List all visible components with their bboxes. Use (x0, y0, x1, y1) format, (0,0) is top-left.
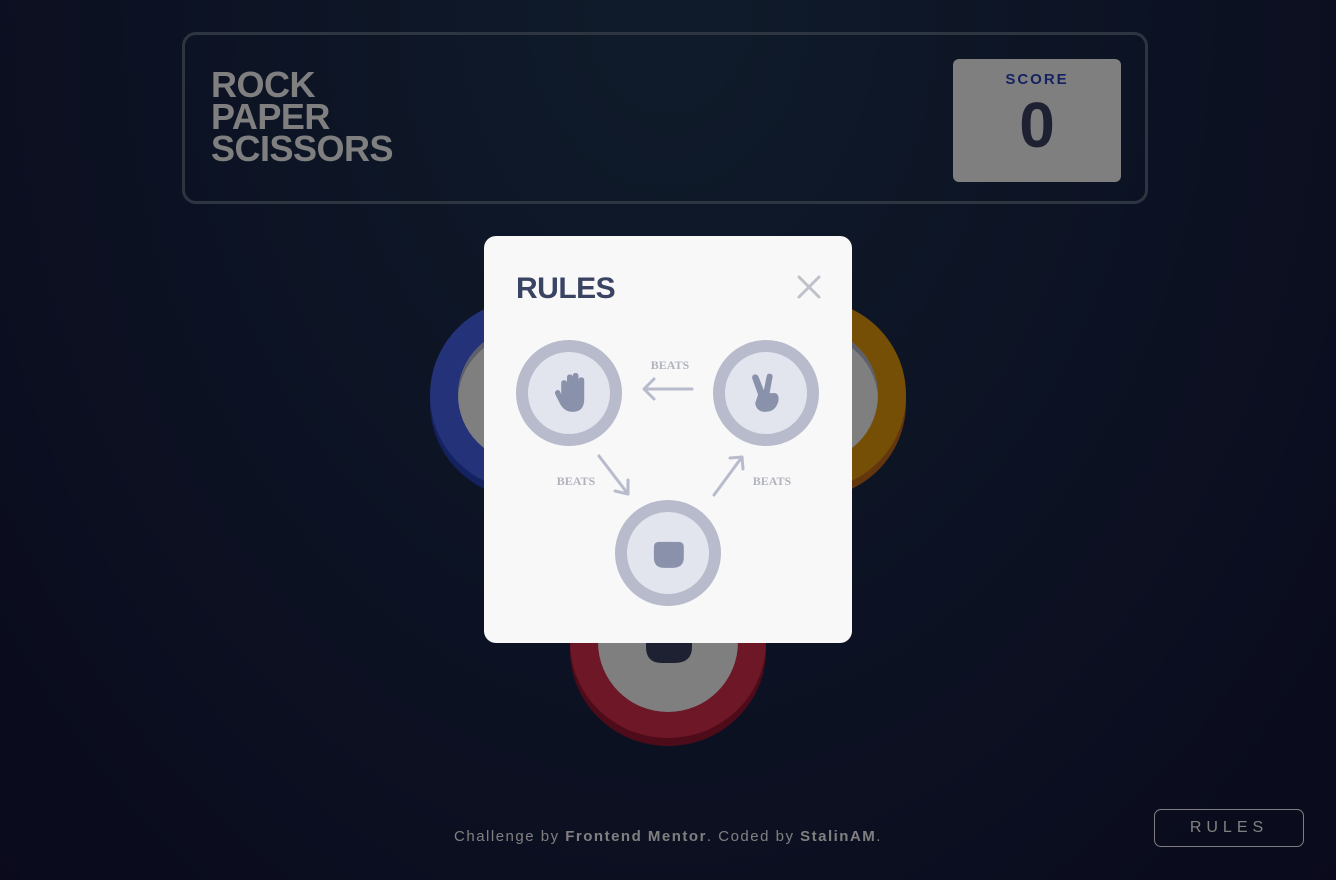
arrow-rock-to-scissors (712, 455, 745, 497)
beats-label-right: BEATS (753, 474, 792, 488)
rules-scissors-circle (713, 340, 819, 446)
arrow-paper-to-rock (597, 454, 630, 496)
rules-rock-icon (653, 541, 684, 568)
rules-modal: RULES BEATS BEATS BEATS (484, 236, 852, 643)
beats-label-top: BEATS (651, 358, 690, 372)
rules-paper-circle (516, 340, 622, 446)
rules-diagram: BEATS BEATS BEATS (516, 340, 819, 606)
beats-label-left: BEATS (557, 474, 596, 488)
arrow-scissors-to-paper (642, 377, 694, 401)
rules-rock-circle (615, 500, 721, 606)
